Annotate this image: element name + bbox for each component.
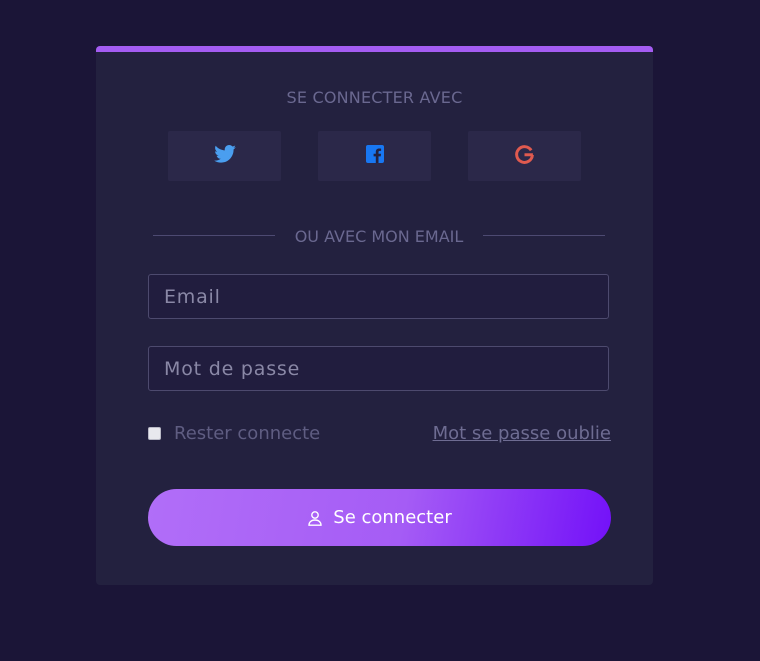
login-button-label: Se connecter <box>333 507 452 528</box>
divider-text: OU AVEC MON EMAIL <box>294 227 464 246</box>
facebook-login-button[interactable] <box>318 131 431 181</box>
twitter-login-button[interactable] <box>168 131 281 181</box>
remember-me[interactable]: Rester connecte <box>148 423 320 444</box>
card-accent-bar <box>96 46 653 52</box>
google-login-button[interactable] <box>468 131 581 181</box>
divider-line-right <box>483 235 605 236</box>
user-icon <box>307 510 323 526</box>
login-card: SE CONNECTER AVEC OU AVEC MON EMAIL Emai… <box>96 46 653 585</box>
email-field[interactable] <box>148 274 609 319</box>
password-field[interactable] <box>148 346 609 391</box>
google-icon <box>514 144 535 169</box>
login-button[interactable]: Se connecter <box>148 489 611 546</box>
facebook-icon <box>365 145 384 167</box>
twitter-icon <box>213 145 236 167</box>
forgot-password-link[interactable]: Mot se passe oublie <box>433 423 611 444</box>
or-email-divider: OU AVEC MON EMAIL <box>153 227 605 246</box>
remember-me-checkbox[interactable] <box>148 427 161 440</box>
social-login-title: SE CONNECTER AVEC <box>286 88 463 107</box>
remember-me-label: Rester connecte <box>174 423 321 444</box>
